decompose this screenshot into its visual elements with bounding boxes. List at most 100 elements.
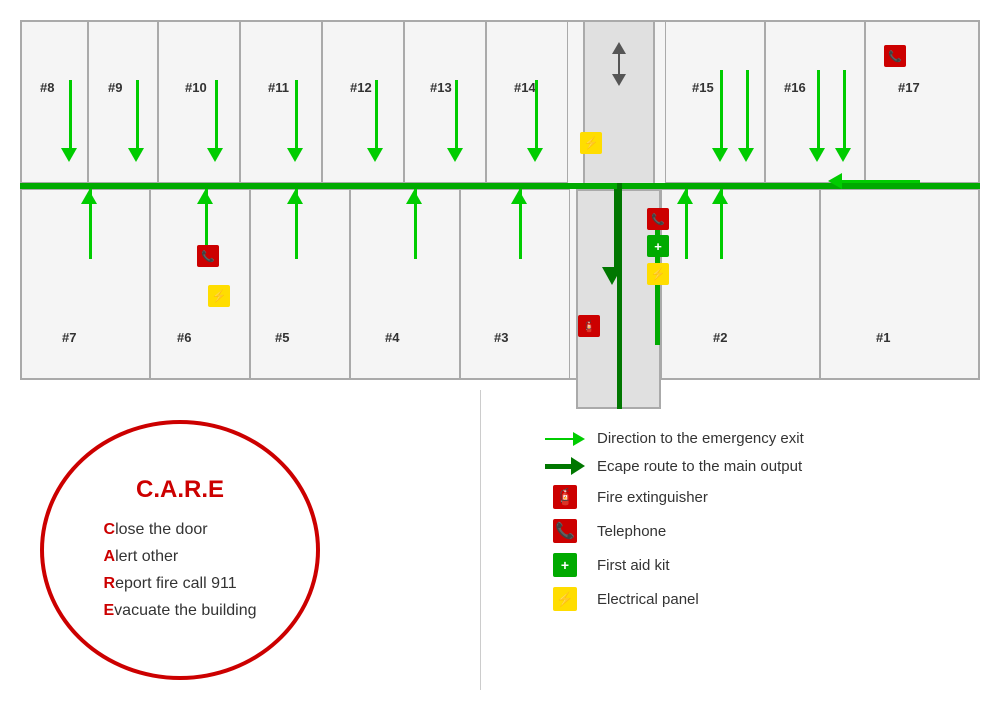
arrow-12-line (375, 80, 378, 150)
fire-ext-icon-3: 🧯 (578, 315, 600, 337)
electrical-icon-2: ⚡ (647, 263, 669, 285)
arrow-8-line (69, 80, 72, 150)
arrow-15b-line (746, 70, 749, 150)
legend-fire-ext-icon: 🧯 (545, 485, 585, 509)
label-1: #1 (876, 330, 890, 345)
room-9-wall (88, 20, 158, 183)
care-item-a: Alert other (104, 543, 257, 570)
legend-electrical-icon: ⚡ (545, 587, 585, 611)
label-7: #7 (62, 330, 76, 345)
exit-route-v (617, 183, 622, 409)
section-divider (480, 390, 481, 690)
label-11: #11 (268, 80, 289, 95)
arrow-right-h-line (840, 180, 920, 183)
room-17-wall (865, 20, 980, 183)
legend-escape-text: Ecape route to the main output (597, 458, 802, 475)
arrow-5-head (287, 190, 303, 204)
arrow-16a-head (809, 148, 825, 162)
label-3: #3 (494, 330, 508, 345)
legend: Direction to the emergency exit Ecape ro… (545, 430, 965, 621)
arrow-13-head (447, 148, 463, 162)
label-17: #17 (898, 80, 920, 95)
arrow-9-head (128, 148, 144, 162)
label-12: #12 (350, 80, 372, 95)
label-4: #4 (385, 330, 399, 345)
electrical-icon-14: ⚡ (580, 132, 602, 154)
room-8-wall (20, 20, 88, 183)
electrical-icon-6: ⚡ (208, 285, 230, 307)
arrow-12-head (367, 148, 383, 162)
legend-fire-ext-text: Fire extinguisher (597, 489, 708, 506)
label-6: #6 (177, 330, 191, 345)
arrow-3-head (511, 190, 527, 204)
care-list: Close the door Alert other Report fire c… (104, 516, 257, 625)
arrow-16b-head (835, 148, 851, 162)
legend-phone: 📞 Telephone (545, 519, 965, 543)
legend-escape: Ecape route to the main output (545, 457, 965, 475)
legend-fire-ext: 🧯 Fire extinguisher (545, 485, 965, 509)
exit-arrow-head (602, 267, 622, 285)
legend-phone-icon: 📞 (545, 519, 585, 543)
label-15: #15 (692, 80, 714, 95)
label-16: #16 (784, 80, 806, 95)
room-5-wall (250, 189, 350, 380)
arrow-14-line (535, 80, 538, 150)
floorplan: #8 #9 #10 #11 #12 #13 #14 #15 #16 #17 #7… (20, 20, 980, 400)
label-2: #2 (713, 330, 727, 345)
arrow-8-head (61, 148, 77, 162)
legend-direction-text: Direction to the emergency exit (597, 430, 804, 447)
label-13: #13 (430, 80, 452, 95)
label-8: #8 (40, 80, 54, 95)
room-3-wall (460, 189, 570, 380)
arrow-10-head (207, 148, 223, 162)
arrow-16b-line (843, 70, 846, 150)
label-5: #5 (275, 330, 289, 345)
room-1-wall (820, 189, 980, 380)
arrow-15a-head (712, 148, 728, 162)
legend-thick-arrow (545, 457, 585, 475)
care-item-e: Evacuate the building (104, 597, 257, 624)
care-item-c: Close the door (104, 516, 257, 543)
legend-direction: Direction to the emergency exit (545, 430, 965, 447)
arrow-6-head (197, 190, 213, 204)
arrow-15b-head (738, 148, 754, 162)
elevator-top (583, 20, 655, 200)
arrow-14-head (527, 148, 543, 162)
room-4-wall (350, 189, 460, 380)
arrow-2b-head (712, 190, 728, 204)
room-13-wall (404, 20, 486, 183)
legend-electrical-text: Electrical panel (597, 591, 699, 608)
arrow-right-h-head (828, 173, 842, 189)
arrow-15a-line (720, 70, 723, 150)
arrow-11-line (295, 80, 298, 150)
care-title: C.A.R.E (136, 476, 224, 504)
arrow-4-head (406, 190, 422, 204)
room-12-wall (322, 20, 404, 183)
care-item-r: Report fire call 911 (104, 570, 257, 597)
legend-firstaid: + First aid kit (545, 553, 965, 577)
room-10-wall (158, 20, 240, 183)
room-7-wall (20, 189, 150, 380)
care-circle: C.A.R.E Close the door Alert other Repor… (40, 420, 320, 680)
room-6-wall (150, 189, 250, 380)
legend-thin-arrow (545, 432, 585, 446)
arrow-13-line (455, 80, 458, 150)
arrow-10-line (215, 80, 218, 150)
arrow-11-head (287, 148, 303, 162)
legend-phone-text: Telephone (597, 523, 666, 540)
arrow-9-line (136, 80, 139, 150)
label-9: #9 (108, 80, 122, 95)
arrow-7-head (81, 190, 97, 204)
legend-firstaid-icon: + (545, 553, 585, 577)
legend-electrical: ⚡ Electrical panel (545, 587, 965, 611)
arrow-16a-line (817, 70, 820, 150)
exit-arrow-line (614, 189, 617, 269)
label-10: #10 (185, 80, 207, 95)
arrow-2a-head (677, 190, 693, 204)
phone-icon-2: 📞 (647, 208, 669, 230)
phone-icon-6: 📞 (197, 245, 219, 267)
legend-firstaid-text: First aid kit (597, 557, 670, 574)
label-14: #14 (514, 80, 536, 95)
phone-icon-16: 📞 (884, 45, 906, 67)
firstaid-icon-2: + (647, 235, 669, 257)
